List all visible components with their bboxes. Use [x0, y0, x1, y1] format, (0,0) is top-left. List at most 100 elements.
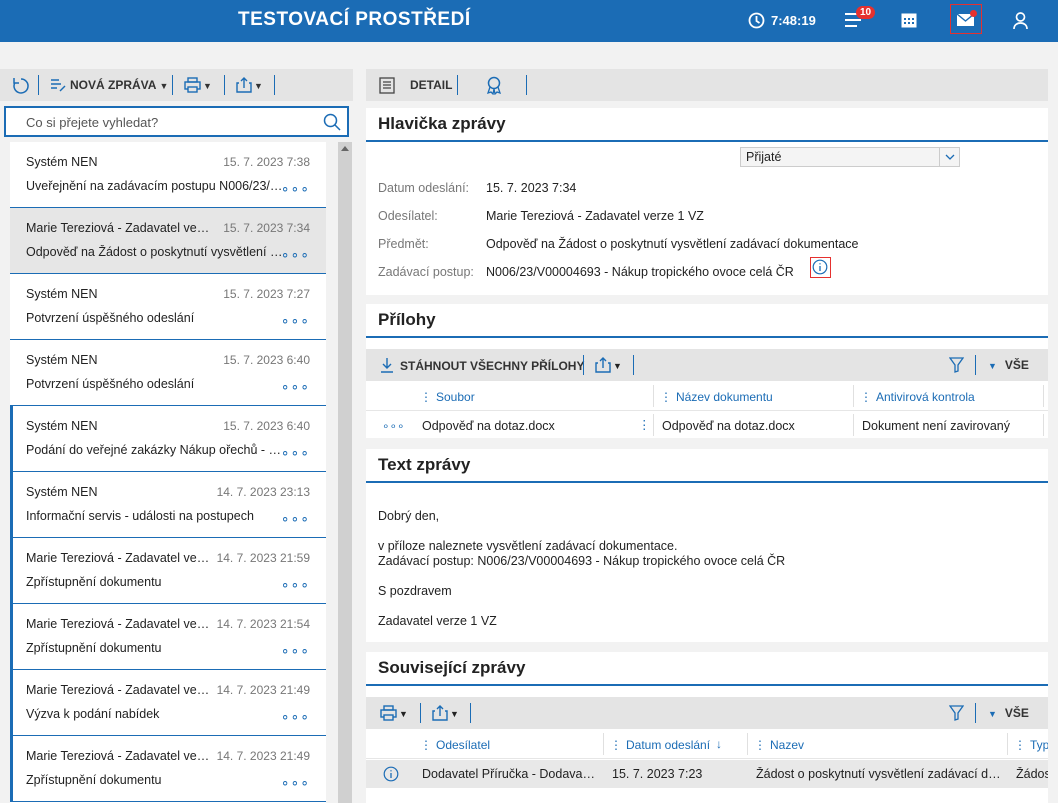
- list-item[interactable]: Marie Tereziová - Zadavatel verze 1 VZ 1…: [10, 670, 326, 736]
- message-text-card: Text zprávy Dobrý den, v příloze nalezne…: [366, 449, 1048, 642]
- related-header-row: ⋮ Odesílatel ⋮ Datum odeslání ↓ ⋮ Nazev …: [366, 729, 1048, 759]
- divider: [172, 75, 173, 95]
- user-icon[interactable]: [1013, 12, 1028, 29]
- message-sender: Marie Tereziová - Zadavatel verze 1 VZ: [26, 551, 212, 565]
- column-header-name[interactable]: Název dokumentu: [676, 390, 773, 404]
- column-header-antivirus[interactable]: Antivirová kontrola: [876, 390, 975, 404]
- message-list-toolbar: NOVÁ ZPRÁVA ▼ ▼ ▼: [0, 69, 353, 101]
- search-input[interactable]: Co si přejete vyhledat?: [4, 106, 349, 137]
- caret-down-icon: ▼: [159, 81, 169, 91]
- print-button[interactable]: ▼: [184, 77, 212, 96]
- column-header-sender[interactable]: Odesílatel: [436, 738, 490, 752]
- column-header-file[interactable]: Soubor: [436, 390, 475, 404]
- print-button[interactable]: ▼: [380, 705, 408, 726]
- row-actions-icon[interactable]: ∘∘∘: [382, 419, 405, 433]
- message-subject: Výzva k podání nabídek: [26, 707, 160, 721]
- export-button[interactable]: ▼: [595, 357, 622, 378]
- tab-detail[interactable]: DETAIL: [410, 78, 452, 92]
- message-list-scrollbar[interactable]: [338, 142, 352, 803]
- more-icon[interactable]: ∘∘∘: [281, 180, 310, 197]
- list-item[interactable]: Systém NEN 15. 7. 2023 7:27 Potvrzení ús…: [10, 274, 326, 340]
- message-sender: Marie Tereziová - Zadavatel verze 1 VZ: [26, 749, 212, 763]
- message-date: 15. 7. 2023 6:40: [223, 353, 310, 367]
- related-toolbar: ▼ ▼ ▼ VŠE: [366, 697, 1048, 729]
- more-icon[interactable]: ∘∘∘: [281, 642, 310, 659]
- related-sender: Dodavatel Příručka - Dodavatel verze 1 V…: [422, 767, 597, 781]
- download-all-label: STÁHNOUT VŠECHNY PŘÍLOHY: [400, 359, 585, 373]
- list-item[interactable]: Systém NEN 15. 7. 2023 7:38 Uveřejnění n…: [10, 142, 326, 208]
- message-list: Systém NEN 15. 7. 2023 7:38 Uveřejnění n…: [10, 142, 326, 803]
- award-icon[interactable]: [485, 76, 503, 95]
- download-all-button[interactable]: STÁHNOUT VŠECHNY PŘÍLOHY: [380, 357, 584, 373]
- more-icon[interactable]: ∘∘∘: [281, 708, 310, 725]
- refresh-icon[interactable]: [12, 77, 30, 95]
- more-icon[interactable]: ∘∘∘: [281, 378, 310, 395]
- divider: [1043, 385, 1044, 407]
- divider: [583, 355, 584, 375]
- related-name[interactable]: Žádost o poskytnutí vysvětlení zadávací …: [756, 767, 1001, 781]
- sort-down-icon[interactable]: ↓: [716, 737, 722, 751]
- attachment-name: Odpověď na dotaz.docx: [662, 419, 795, 433]
- calendar-icon[interactable]: [901, 12, 917, 28]
- column-header-name[interactable]: Nazev: [770, 738, 804, 752]
- list-item[interactable]: Systém NEN 15. 7. 2023 6:40 Podání do ve…: [10, 406, 326, 472]
- mailbox-button[interactable]: [950, 4, 982, 34]
- column-menu-icon[interactable]: ⋮: [610, 738, 622, 752]
- more-icon[interactable]: ∘∘∘: [281, 444, 310, 461]
- info-icon[interactable]: [383, 766, 399, 782]
- message-subject: Zpřístupnění dokumentu: [26, 773, 162, 787]
- column-header-type[interactable]: Typ: [1030, 738, 1048, 752]
- export-button[interactable]: ▼: [432, 705, 459, 726]
- unread-dot: [970, 10, 977, 17]
- divider: [853, 414, 854, 436]
- more-icon[interactable]: ∘∘∘: [281, 510, 310, 527]
- chevron-down-icon[interactable]: [939, 148, 959, 166]
- column-menu-icon[interactable]: ⋮: [754, 738, 766, 752]
- filter-all-label: VŠE: [1004, 706, 1029, 720]
- new-message-button[interactable]: NOVÁ ZPRÁVA ▼: [50, 78, 168, 92]
- scroll-up-icon[interactable]: [341, 146, 349, 151]
- print-icon: [380, 705, 397, 721]
- filter-all-dropdown[interactable]: ▼ VŠE: [988, 706, 1029, 720]
- folder-select[interactable]: Přijaté: [740, 147, 960, 167]
- filter-icon[interactable]: [949, 357, 964, 373]
- filter-icon[interactable]: [949, 705, 964, 721]
- procedure-info-button[interactable]: [810, 257, 831, 278]
- more-icon[interactable]: ∘∘∘: [281, 576, 310, 593]
- column-menu-icon[interactable]: ⋮: [420, 390, 432, 404]
- export-button[interactable]: ▼: [236, 77, 263, 96]
- document-icon: [379, 77, 395, 94]
- filter-all-dropdown[interactable]: ▼ VŠE: [988, 358, 1029, 372]
- divider: [274, 75, 275, 95]
- notification-badge: 10: [856, 6, 876, 19]
- list-item[interactable]: Marie Tereziová - Zadavatel verze 1 VZ 1…: [10, 208, 326, 274]
- list-item[interactable]: Systém NEN 15. 7. 2023 6:40 Potvrzení ús…: [10, 340, 326, 406]
- section-title: Hlavička zprávy: [366, 108, 1048, 142]
- caret-down-icon: ▼: [613, 361, 622, 371]
- row-menu-icon[interactable]: ⋮: [638, 417, 651, 432]
- date-value: 15. 7. 2023 7:34: [486, 181, 577, 195]
- message-sender: Systém NEN: [26, 419, 98, 433]
- column-menu-icon[interactable]: ⋮: [660, 390, 672, 404]
- message-sender: Marie Tereziová - Zadavatel verze 1 VZ: [26, 683, 212, 697]
- divider: [653, 385, 654, 407]
- list-item[interactable]: Marie Tereziová - Zadavatel verze 1 VZ 1…: [10, 736, 326, 802]
- message-sender: Systém NEN: [26, 155, 98, 169]
- column-menu-icon[interactable]: ⋮: [860, 390, 872, 404]
- more-icon[interactable]: ∘∘∘: [281, 774, 310, 791]
- message-subject: Uveřejnění na zadávacím postupu N006/23/…: [26, 179, 284, 193]
- list-item[interactable]: Marie Tereziová - Zadavatel verze 1 VZ 1…: [10, 538, 326, 604]
- table-row[interactable]: Dodavatel Příručka - Dodavatel verze 1 V…: [366, 760, 1048, 788]
- search-icon[interactable]: [323, 113, 341, 131]
- more-icon[interactable]: ∘∘∘: [281, 312, 310, 329]
- related-messages-card: Související zprávy ▼ ▼ ▼ VŠE ⋮ Odesílatel…: [366, 652, 1048, 803]
- top-bar: TESTOVACÍ PROSTŘEDÍ 7:48:19 10: [0, 0, 1058, 42]
- list-item[interactable]: Systém NEN 14. 7. 2023 23:13 Informační …: [10, 472, 326, 538]
- column-menu-icon[interactable]: ⋮: [1014, 738, 1026, 752]
- list-item[interactable]: Marie Tereziová - Zadavatel verze 1 VZ 1…: [10, 604, 326, 670]
- column-menu-icon[interactable]: ⋮: [420, 738, 432, 752]
- table-row[interactable]: ∘∘∘ Odpověď na dotaz.docx ⋮ Odpověď na d…: [366, 412, 1048, 440]
- column-header-date[interactable]: Datum odeslání: [626, 738, 710, 752]
- attachment-file[interactable]: Odpověď na dotaz.docx: [422, 419, 632, 433]
- more-icon[interactable]: ∘∘∘: [281, 246, 310, 263]
